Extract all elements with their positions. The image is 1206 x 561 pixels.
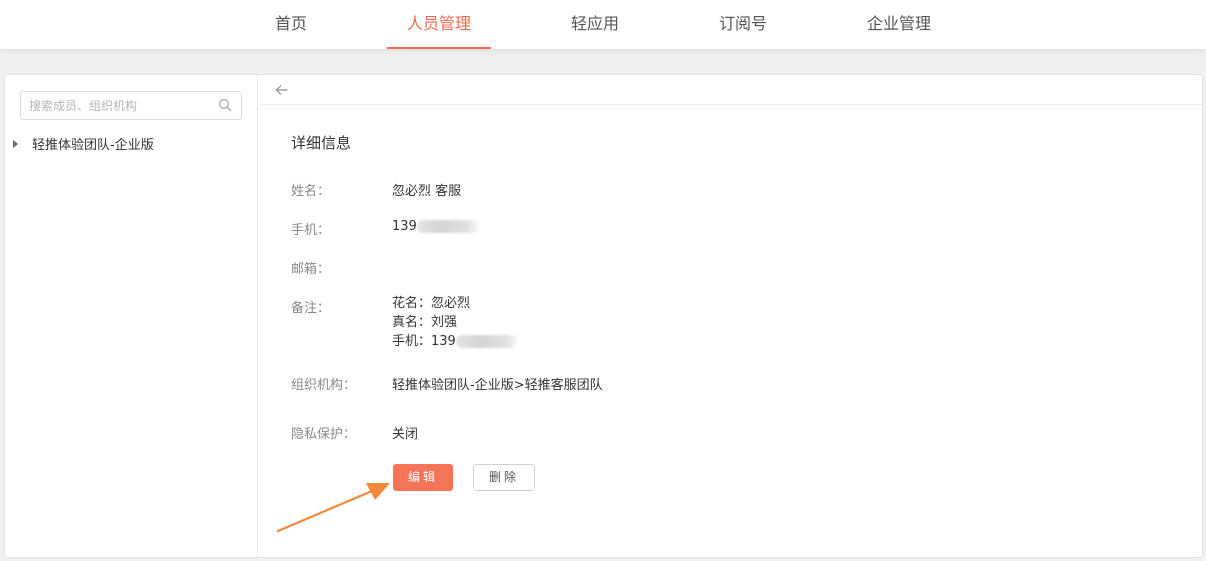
redacted-blur (455, 335, 518, 348)
edit-button[interactable]: 编辑 (393, 464, 453, 491)
search-input[interactable] (29, 92, 209, 119)
tab-enterprise-management[interactable]: 企业管理 (857, 0, 941, 49)
note-line: 手机：139 (392, 332, 518, 351)
privacy-label: 隐私保护： (291, 427, 357, 442)
sidebar: 轻推体验团队-企业版 (5, 75, 258, 557)
name-value: 忽必烈 客服 (392, 184, 462, 199)
caret-right-icon[interactable] (13, 139, 18, 148)
note-line: 花名：忽必烈 (392, 296, 471, 311)
note-label: 备注： (291, 301, 331, 316)
search-box (20, 91, 242, 120)
content-panel: 轻推体验团队-企业版 详细信息 姓名： 忽必烈 客服 手机： 139 邮箱： 备… (4, 74, 1203, 558)
top-nav: 首页 人员管理 轻应用 订阅号 企业管理 (0, 0, 1206, 49)
detail-main: 详细信息 姓名： 忽必烈 客服 手机： 139 邮箱： 备注： 花名：忽必烈 真… (259, 75, 1203, 557)
detail-title: 详细信息 (291, 134, 352, 152)
email-label: 邮箱： (291, 262, 331, 277)
tab-people-management[interactable]: 人员管理 (387, 0, 491, 49)
note-value: 花名：忽必烈 真名：刘强 手机：139 (392, 294, 518, 351)
redacted-blur (416, 220, 479, 233)
tab-home[interactable]: 首页 (262, 0, 320, 49)
tree-item-label: 轻推体验团队-企业版 (32, 138, 154, 153)
org-value: 轻推体验团队-企业版>轻推客服团队 (392, 378, 603, 393)
tab-subscriptions[interactable]: 订阅号 (709, 0, 777, 49)
phone-number: 139 (392, 219, 417, 234)
name-label: 姓名： (291, 184, 331, 199)
tab-light-apps[interactable]: 轻应用 (560, 0, 630, 49)
org-label: 组织机构： (291, 378, 357, 393)
note-line: 真名：刘强 (392, 315, 458, 330)
phone-label: 手机： (291, 223, 331, 238)
note-phone: 手机：139 (392, 334, 456, 349)
tree-item-org[interactable]: 轻推体验团队-企业版 (13, 137, 154, 155)
search-icon[interactable] (218, 98, 232, 112)
back-bar (259, 75, 1203, 105)
privacy-value: 关闭 (392, 427, 419, 442)
back-arrow-icon[interactable] (275, 83, 289, 97)
delete-button[interactable]: 删除 (473, 464, 535, 491)
phone-value: 139 (392, 219, 479, 234)
